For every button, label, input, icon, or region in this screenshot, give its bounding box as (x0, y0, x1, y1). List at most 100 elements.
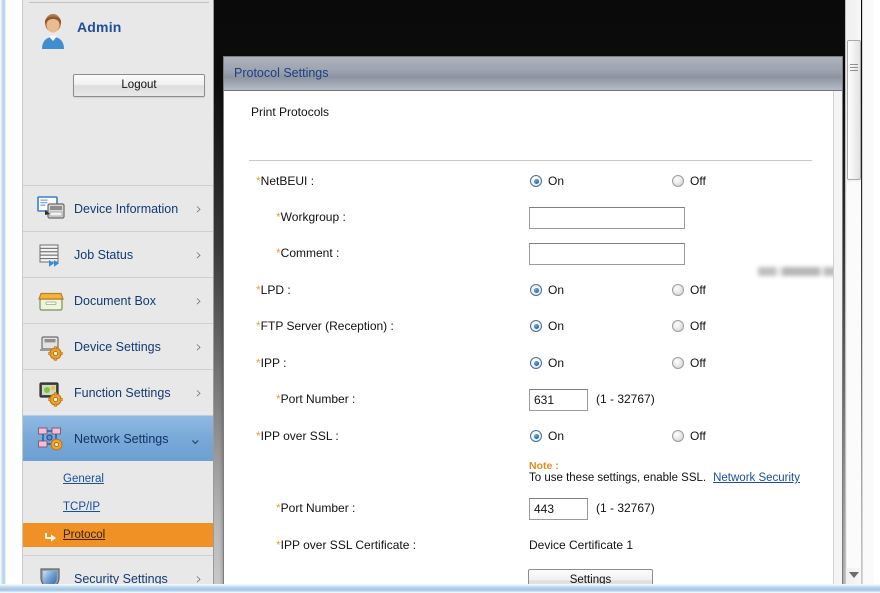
panel-header: Protocol Settings (224, 57, 842, 91)
protocol-settings-panel: Protocol Settings Print Protocols *NetBE… (223, 56, 843, 586)
radio-netbeui-off[interactable]: Off (672, 174, 706, 188)
sidebar-item-network-settings[interactable]: Network Settings ⌄ (23, 415, 213, 461)
chevron-right-icon: › (195, 199, 202, 218)
sidebar-subnav-network: General TCP/IP Protocol (23, 461, 213, 555)
window-left-edge (0, 0, 6, 593)
row-ipp-over-ssl: *IPP over SSL : On Off (224, 429, 842, 453)
inner-vertical-scrollbar[interactable] (845, 0, 861, 586)
application-window: Admin Logout Device Information › Job St… (0, 0, 880, 593)
sidebar-top-divider (29, 2, 209, 3)
note-body: To use these settings, enable SSL. (529, 472, 707, 484)
row-ipp-ssl-port-number: *Port Number : (1 - 32767) (224, 498, 842, 525)
note-text: To use these settings, enable SSL. Networ… (529, 472, 800, 484)
radio-indicator-icon (672, 284, 684, 296)
label-ipp-port-number: *Port Number : (276, 392, 356, 406)
label-lpd: *LPD : (256, 283, 291, 297)
inner-scrollbar-track[interactable] (847, 182, 861, 568)
device-settings-icon (37, 333, 67, 361)
radio-ftp-server-off[interactable]: Off (672, 319, 706, 333)
ipp-port-range-hint: (1 - 32767) (596, 392, 655, 406)
radio-indicator-icon (530, 284, 542, 296)
sidebar-item-general[interactable]: General (23, 467, 213, 491)
label-ipp-over-ssl: *IPP over SSL : (256, 429, 339, 443)
note-label: Note : (529, 460, 559, 472)
radio-ipp-over-ssl-off[interactable]: Off (672, 429, 706, 443)
row-netbeui: *NetBEUI : On Off (224, 174, 842, 198)
section-divider (249, 160, 812, 161)
outer-scrollbar-edge (862, 0, 863, 586)
radio-indicator-icon (672, 357, 684, 369)
radio-ipp-over-ssl-on[interactable]: On (530, 429, 564, 443)
sidebar-subitem-label: Protocol (63, 529, 106, 541)
sidebar-item-security-settings[interactable]: Security Settings › (23, 555, 213, 586)
label-comment: *Comment : (276, 246, 340, 260)
logout-button[interactable]: Logout (73, 74, 205, 97)
sidebar-item-device-information[interactable]: Device Information › (23, 185, 213, 231)
radio-ipp-off[interactable]: Off (672, 356, 706, 370)
row-ftp-server: *FTP Server (Reception) : On Off (224, 319, 842, 343)
scrollbar-grip-icon (850, 64, 858, 71)
page-title: Protocol Settings (234, 66, 329, 80)
comment-input[interactable] (529, 243, 685, 265)
row-comment: *Comment : (224, 243, 842, 270)
user-block: Admin (23, 6, 213, 56)
sidebar-item-label: Device Settings (74, 339, 161, 354)
window-bottom-edge (0, 584, 880, 593)
sidebar-item-document-box[interactable]: Document Box › (23, 277, 213, 323)
label-ipp-ssl-port-number: *Port Number : (276, 501, 356, 515)
user-avatar-icon (33, 10, 73, 50)
radio-netbeui-on[interactable]: On (530, 174, 564, 188)
ipp-port-number-input[interactable] (529, 389, 588, 411)
user-name: Admin (77, 19, 122, 35)
network-security-link[interactable]: Network Security (713, 472, 800, 484)
radio-indicator-icon (672, 320, 684, 332)
radio-indicator-icon (530, 320, 542, 332)
sidebar-item-label: Job Status (74, 247, 134, 262)
chevron-right-icon: › (195, 245, 202, 264)
sidebar-item-device-settings[interactable]: Device Settings › (23, 323, 213, 369)
radio-indicator-icon (530, 357, 542, 369)
security-settings-icon (37, 565, 67, 586)
function-settings-icon (37, 379, 67, 407)
row-lpd: *LPD : On Off (224, 283, 842, 307)
sidebar-item-label: Document Box (74, 293, 156, 308)
row-workgroup: *Workgroup : (224, 207, 842, 234)
document-box-icon (37, 287, 67, 315)
sidebar-subitem-label: General (63, 473, 104, 485)
sidebar-item-function-settings[interactable]: Function Settings › (23, 369, 213, 415)
sidebar-item-label: Function Settings (74, 385, 171, 400)
chevron-right-icon: › (195, 291, 202, 310)
radio-indicator-icon (530, 430, 542, 442)
radio-indicator-icon (672, 430, 684, 442)
ipp-ssl-port-number-input[interactable] (529, 498, 588, 520)
label-workgroup: *Workgroup : (276, 210, 346, 224)
radio-indicator-icon (530, 175, 542, 187)
sidebar-item-protocol[interactable]: Protocol (23, 523, 213, 547)
radio-lpd-on[interactable]: On (530, 283, 564, 297)
outer-vertical-scrollbar[interactable] (862, 0, 874, 586)
row-ipp: *IPP : On Off (224, 356, 842, 380)
job-status-icon (37, 241, 67, 269)
sidebar-item-job-status[interactable]: Job Status › (23, 231, 213, 277)
label-ipp: *IPP : (256, 356, 287, 370)
ipp-ssl-port-range-hint: (1 - 32767) (596, 501, 655, 515)
network-settings-icon (37, 425, 67, 453)
ipp-ssl-certificate-value: Device Certificate 1 (529, 538, 634, 552)
inner-scrollbar-thumb[interactable] (847, 40, 861, 180)
row-ipp-port-number: *Port Number : (1 - 32767) (224, 389, 842, 416)
chevron-right-icon: › (195, 337, 202, 356)
radio-lpd-off[interactable]: Off (672, 283, 706, 297)
chevron-right-icon: › (195, 383, 202, 402)
radio-ipp-on[interactable]: On (530, 356, 564, 370)
panel-body: Print Protocols *NetBEUI : On Off *Workg… (224, 91, 842, 585)
sidebar-item-tcpip[interactable]: TCP/IP (23, 495, 213, 519)
radio-ftp-server-on[interactable]: On (530, 319, 564, 333)
sidebar-subitem-label: TCP/IP (63, 501, 101, 513)
workgroup-input[interactable] (529, 207, 685, 229)
label-ftp-server: *FTP Server (Reception) : (256, 319, 394, 333)
sidebar-item-label: Network Settings (74, 431, 169, 446)
panel-inner-scroll-edge (833, 91, 842, 585)
current-page-arrow-icon (45, 530, 58, 542)
scroll-down-arrow-icon[interactable] (849, 572, 859, 578)
section-title-print-protocols: Print Protocols (251, 105, 330, 119)
